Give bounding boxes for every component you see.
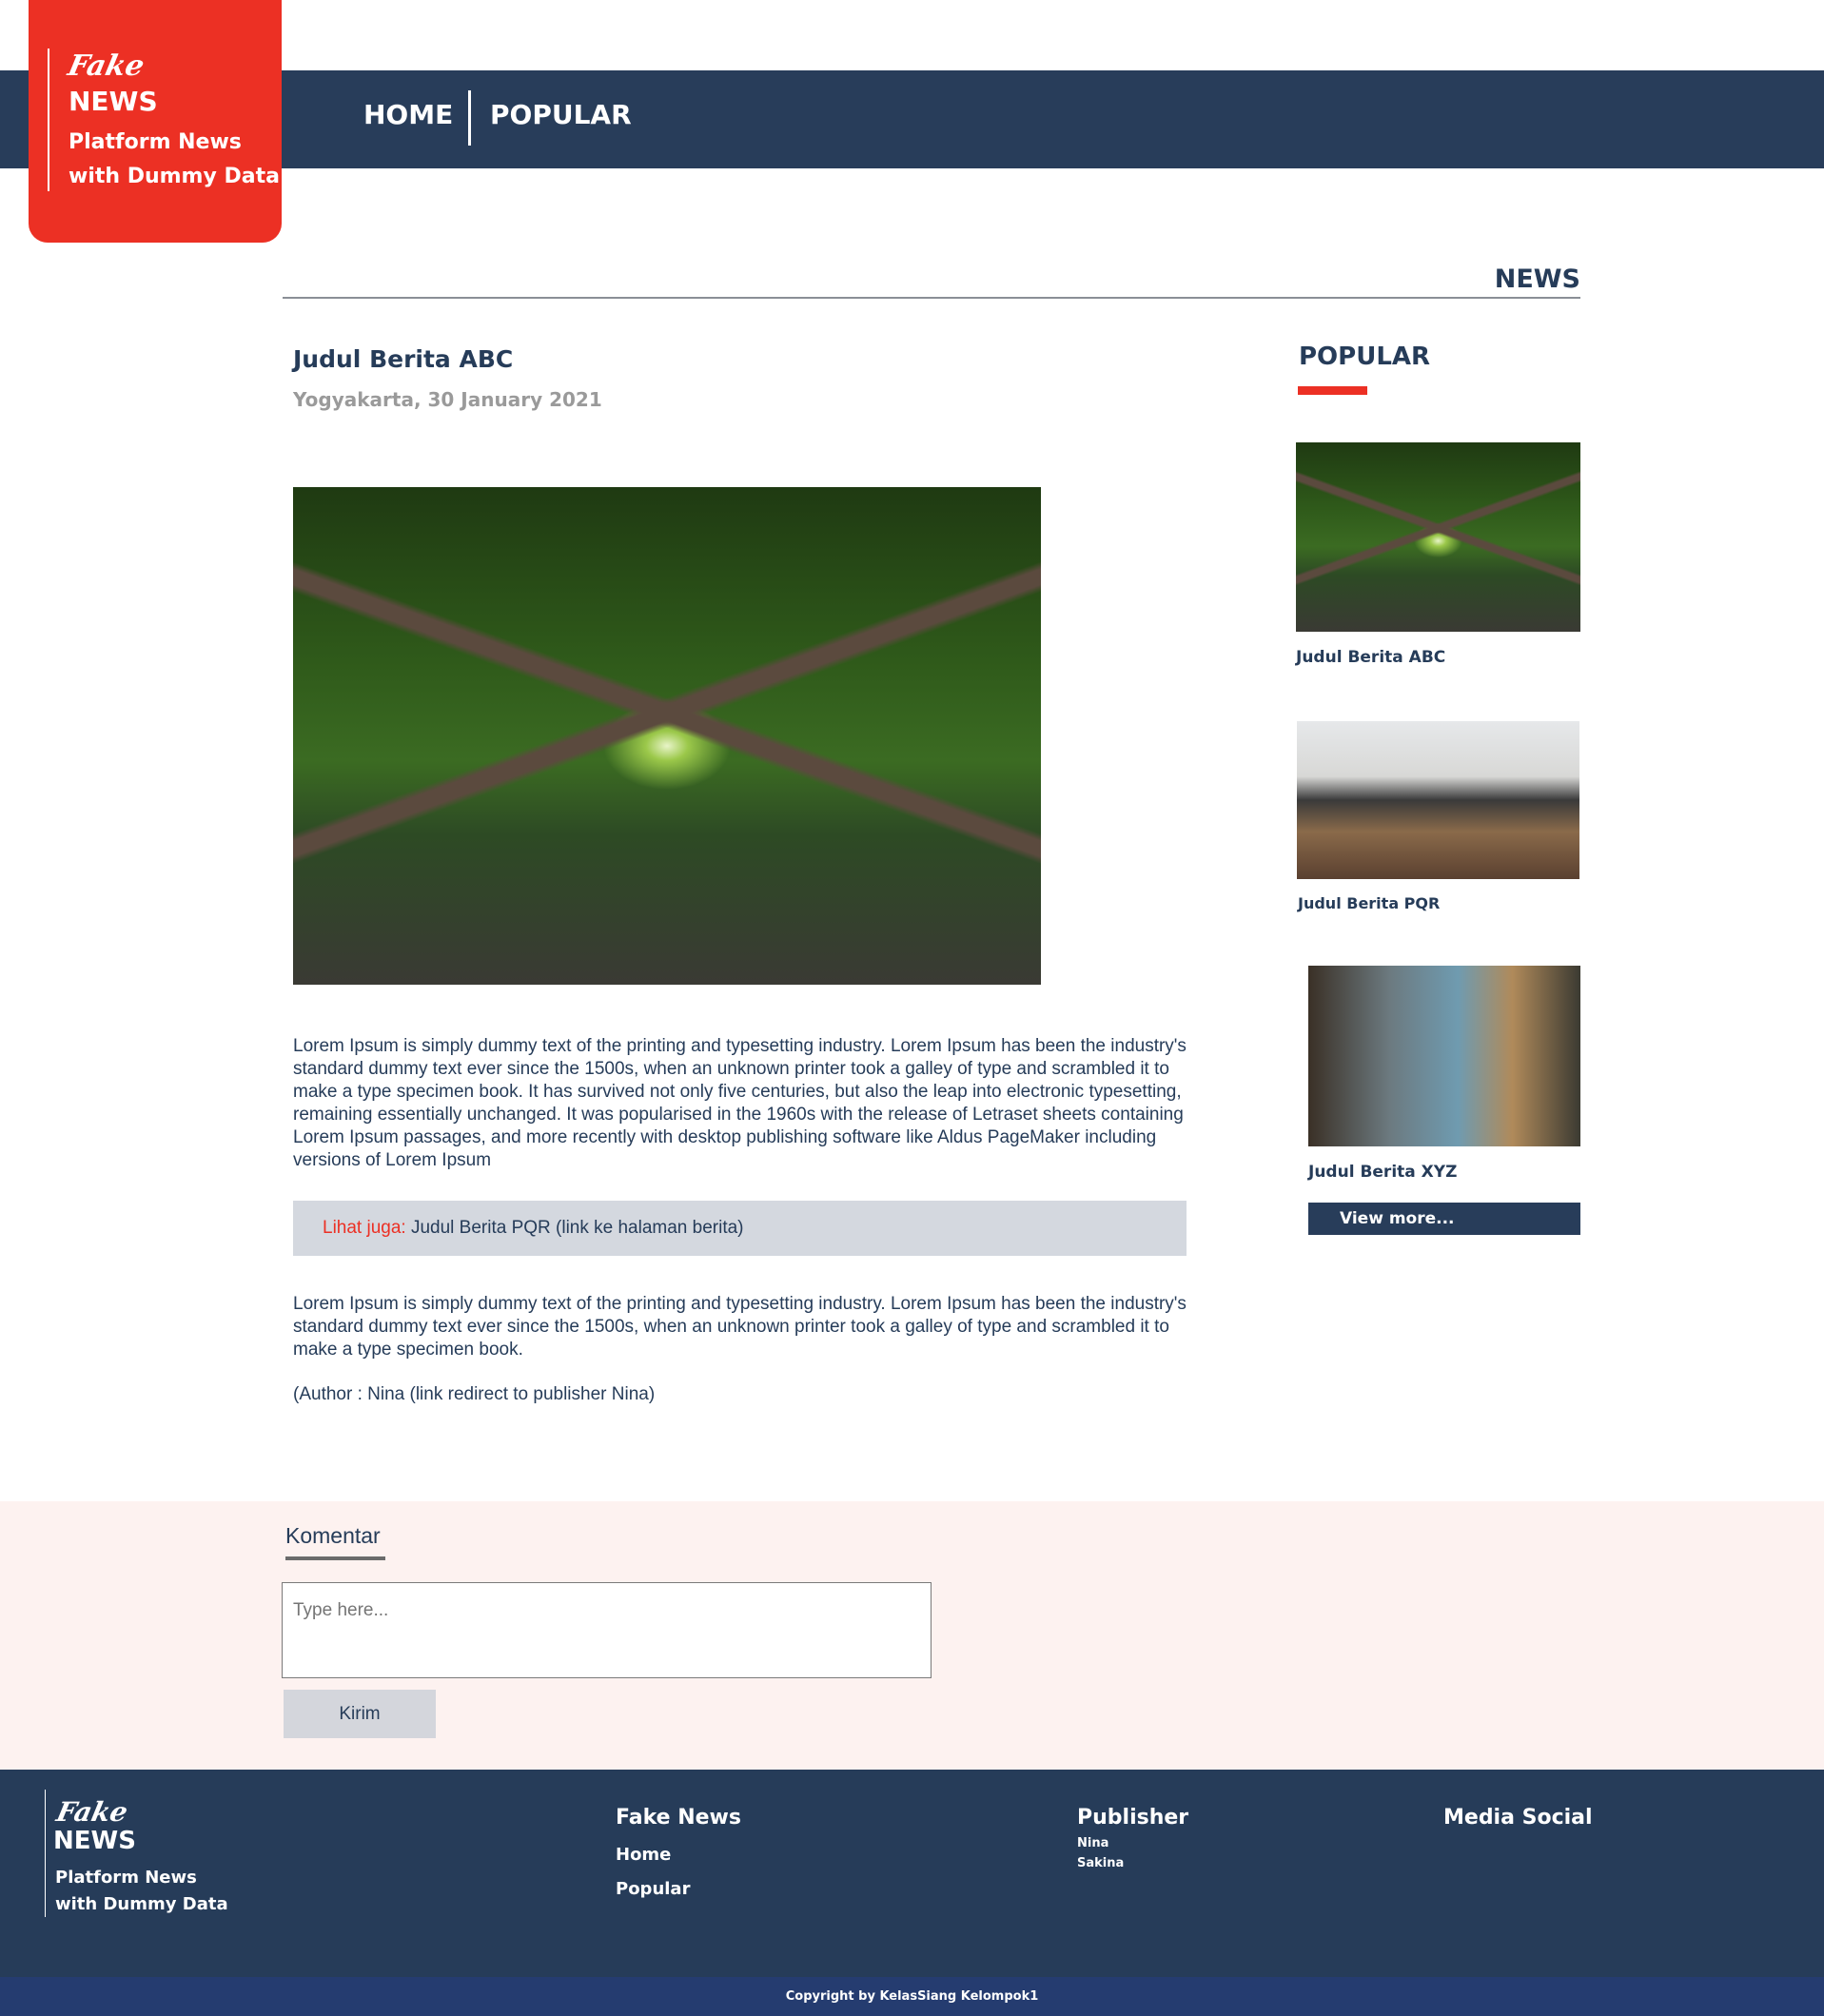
popular-item-2[interactable]: Judul Berita PQR	[1298, 894, 1440, 912]
footer-media-social-title: Media Social	[1443, 1806, 1593, 1830]
article-paragraph-2: Lorem Ipsum is simply dummy text of the …	[293, 1294, 1187, 1360]
popular-image-2[interactable]	[1297, 721, 1579, 879]
footer-link-home[interactable]: Home	[616, 1845, 671, 1865]
article-dateline: Yogyakarta, 30 January 2021	[293, 388, 602, 411]
footer-publisher-sakina[interactable]: Sakina	[1077, 1856, 1124, 1870]
article-image	[293, 487, 1041, 985]
section-divider	[283, 297, 1580, 299]
footer-logo-tagline-1: Platform News	[55, 1868, 197, 1888]
popular-item-3[interactable]: Judul Berita XYZ	[1308, 1163, 1457, 1182]
footer-logo-name: NEWS	[53, 1827, 136, 1855]
footer-link-popular[interactable]: Popular	[616, 1879, 690, 1899]
popular-image-1[interactable]	[1296, 442, 1580, 632]
logo-tagline-2: with Dummy Data	[69, 165, 280, 188]
author-link[interactable]: (Author : Nina (link redirect to publish…	[293, 1384, 655, 1405]
footer-logo-divider	[45, 1790, 46, 1917]
see-also-label: Lihat juga:	[323, 1218, 406, 1238]
article-paragraph-1: Lorem Ipsum is simply dummy text of the …	[293, 1036, 1187, 1170]
copyright: Copyright by KelasSiang Kelompok1	[0, 1977, 1824, 2016]
footer-logo-tagline-2: with Dummy Data	[55, 1894, 228, 1914]
view-more-button[interactable]: View more...	[1308, 1203, 1580, 1235]
popular-underline	[1298, 386, 1367, 395]
popular-image-3[interactable]	[1308, 966, 1580, 1146]
footer-logo-script: Fake	[53, 1796, 131, 1828]
comment-underline	[285, 1556, 385, 1560]
footer-publisher-nina[interactable]: Nina	[1077, 1836, 1108, 1850]
footer-publisher-title: Publisher	[1077, 1806, 1189, 1830]
comment-input[interactable]	[282, 1582, 932, 1678]
see-also-box: Lihat juga: Judul Berita PQR (link ke ha…	[293, 1201, 1187, 1256]
popular-item-1[interactable]: Judul Berita ABC	[1296, 648, 1445, 667]
nav-popular[interactable]: POPULAR	[490, 99, 632, 130]
popular-title: POPULAR	[1299, 343, 1431, 371]
nav-home[interactable]: HOME	[363, 99, 453, 130]
footer-fake-news-title: Fake News	[616, 1806, 741, 1830]
logo-tagline-1: Platform News	[69, 130, 242, 154]
article-title: Judul Berita ABC	[293, 345, 514, 373]
logo-name: NEWS	[69, 86, 158, 117]
submit-comment-button[interactable]: Kirim	[284, 1690, 436, 1738]
logo-divider	[48, 49, 49, 191]
footer: Fake NEWS Platform News with Dummy Data …	[0, 1770, 1824, 1977]
logo-script: Fake	[65, 49, 147, 83]
see-also-link[interactable]: Judul Berita PQR (link ke halaman berita…	[406, 1218, 744, 1238]
comment-title: Komentar	[285, 1523, 381, 1548]
logo[interactable]: Fake NEWS Platform News with Dummy Data	[29, 0, 282, 243]
section-title: NEWS	[1494, 264, 1580, 294]
nav-divider	[468, 90, 471, 146]
